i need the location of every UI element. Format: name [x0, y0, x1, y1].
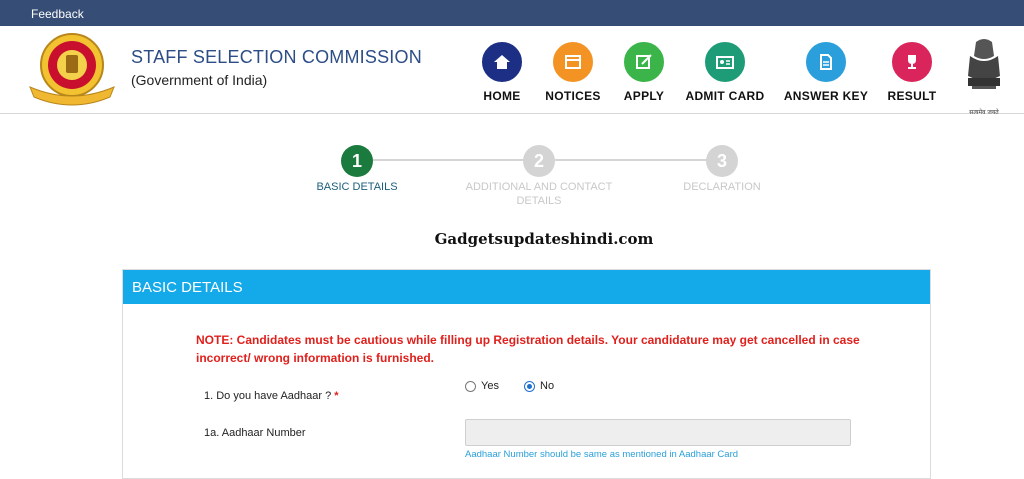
aadhaar-number-hint: Aadhaar Number should be same as mention…: [465, 449, 739, 460]
org-title: STAFF SELECTION COMMISSION: [131, 47, 422, 67]
radio-no-label: No: [540, 380, 555, 392]
national-emblem: [962, 36, 1006, 106]
ssc-logo[interactable]: [24, 29, 120, 109]
aadhaar-no-option[interactable]: No: [524, 380, 554, 392]
notices-icon: [553, 42, 593, 82]
aadhaar-yes-option[interactable]: Yes: [465, 380, 499, 392]
basic-details-panel: BASIC DETAILS: [122, 269, 931, 479]
aadhaar-number-input[interactable]: [465, 419, 851, 446]
nav-admit-card[interactable]: ADMIT CARD: [675, 42, 775, 103]
apply-icon: [624, 42, 664, 82]
nav-answer-key-label: ANSWER KEY: [783, 89, 869, 103]
watermark-text: Gadgetsupdateshindi.com: [434, 230, 654, 248]
radio-yes[interactable]: [465, 380, 476, 392]
home-icon: [482, 42, 522, 82]
step-1-label: BASIC DETAILS: [316, 181, 398, 193]
nav-result[interactable]: RESULT: [862, 42, 962, 103]
required-mark: *: [334, 390, 339, 402]
radio-no[interactable]: [524, 380, 535, 392]
step-2-circle: 2: [523, 145, 555, 177]
aadhaar-question-text: 1. Do you have Aadhaar ?: [204, 390, 332, 402]
step-connector-1: [373, 159, 525, 161]
emblem-caption: सत्यमेव जयते: [969, 109, 999, 116]
nav-admit-card-label: ADMIT CARD: [685, 89, 765, 103]
step-3-circle: 3: [706, 145, 738, 177]
result-icon: [892, 42, 932, 82]
feedback-link[interactable]: Feedback: [31, 7, 84, 21]
top-bar: Feedback: [0, 0, 1024, 26]
nav-answer-key[interactable]: ANSWER KEY: [776, 42, 876, 103]
answer-key-icon: [806, 42, 846, 82]
panel-heading: BASIC DETAILS: [132, 279, 243, 296]
step-connector-2: [555, 159, 707, 161]
nav-result-label: RESULT: [887, 89, 937, 103]
org-subtitle: (Government of India): [131, 72, 268, 88]
site-header: STAFF SELECTION COMMISSION (Government o…: [0, 26, 1024, 116]
step-2-label: ADDITIONAL AND CONTACT DETAILS: [465, 181, 613, 207]
radio-yes-label: Yes: [481, 380, 499, 392]
step-3-label: DECLARATION: [683, 181, 761, 193]
step-1-circle: 1: [341, 145, 373, 177]
admit-card-icon: [705, 42, 745, 82]
aadhaar-question: 1. Do you have Aadhaar ? *: [204, 390, 339, 402]
registration-note: NOTE: Candidates must be cautious while …: [196, 333, 860, 365]
aadhaar-number-label: 1a. Aadhaar Number: [204, 427, 306, 439]
panel-header: BASIC DETAILS: [123, 270, 930, 304]
